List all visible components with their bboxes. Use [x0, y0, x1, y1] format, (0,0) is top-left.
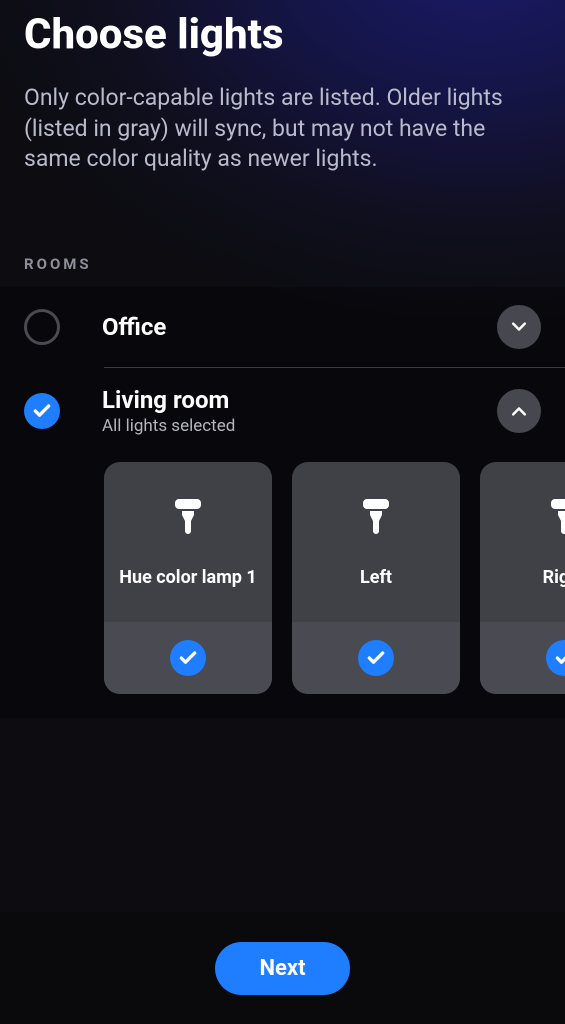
light-name: Left — [360, 567, 392, 588]
check-icon — [32, 401, 52, 421]
bulb-icon — [551, 499, 565, 539]
light-card[interactable]: Left — [292, 462, 460, 694]
light-cards-row: Hue color lamp 1 Left — [0, 454, 565, 718]
room-row-office[interactable]: Office — [0, 287, 565, 367]
next-button[interactable]: Next — [215, 942, 349, 995]
room-row-living-room[interactable]: Living room All lights selected — [0, 368, 565, 454]
light-selected-badge[interactable] — [546, 640, 565, 676]
footer-bar: Next — [0, 912, 565, 1024]
rooms-list: Office Living room All lights selected — [0, 287, 565, 718]
room-name: Living room — [102, 386, 497, 414]
check-icon — [366, 648, 386, 668]
room-select-radio[interactable] — [24, 393, 60, 429]
light-selected-badge[interactable] — [358, 640, 394, 676]
chevron-down-icon — [509, 317, 529, 337]
bulb-icon — [175, 499, 201, 539]
check-icon — [554, 648, 565, 668]
light-selected-badge[interactable] — [170, 640, 206, 676]
page-title: Choose lights — [24, 10, 541, 59]
light-card[interactable]: Hue color lamp 1 — [104, 462, 272, 694]
page-subtitle: Only color-capable lights are listed. Ol… — [24, 83, 541, 175]
section-label-rooms: ROOMS — [24, 255, 565, 273]
chevron-up-icon — [509, 401, 529, 421]
room-name: Office — [102, 313, 497, 341]
check-icon — [178, 648, 198, 668]
expand-toggle-living-room[interactable] — [497, 389, 541, 433]
light-name: Right — [543, 567, 565, 588]
room-subtitle: All lights selected — [102, 416, 497, 436]
light-name: Hue color lamp 1 — [119, 567, 256, 588]
room-select-radio[interactable] — [24, 309, 60, 345]
expand-toggle-office[interactable] — [497, 305, 541, 349]
bulb-icon — [363, 499, 389, 539]
light-card[interactable]: Right — [480, 462, 565, 694]
